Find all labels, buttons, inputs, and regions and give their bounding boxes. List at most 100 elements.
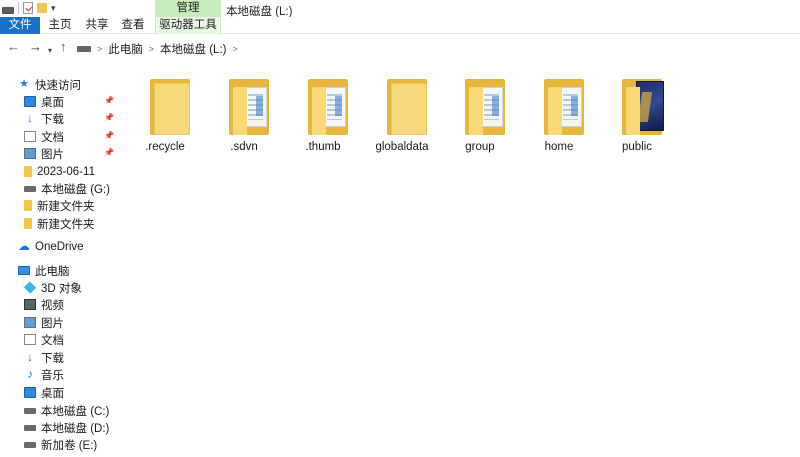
forward-arrow-icon[interactable]: → bbox=[29, 40, 42, 54]
pin-icon: 📌 bbox=[104, 96, 114, 105]
tab-drive-tools[interactable]: 驱动器工具 bbox=[155, 17, 221, 34]
drive-icon bbox=[24, 185, 36, 192]
picture-icon bbox=[24, 317, 36, 328]
sidebar-item-drive-d[interactable]: 本地磁盘 (D:) bbox=[24, 419, 109, 436]
sidebar-item-label: 下载 bbox=[41, 352, 64, 365]
sidebar-item-label: 快速访问 bbox=[35, 79, 81, 92]
sidebar-item-onedrive[interactable]: ☁ OneDrive bbox=[18, 238, 84, 255]
folder-item-thumb[interactable]: .thumb bbox=[284, 75, 362, 157]
sidebar-item-drive-c[interactable]: 本地磁盘 (C:) bbox=[24, 402, 109, 419]
tab-view[interactable]: 查看 bbox=[118, 17, 148, 34]
sidebar-item-label: 新建文件夹 bbox=[37, 218, 95, 231]
folder-icon bbox=[465, 75, 505, 135]
sidebar-item-label: 桌面 bbox=[41, 96, 64, 109]
cloud-icon: ☁ bbox=[18, 239, 30, 253]
sidebar-item-desktop[interactable]: 桌面 📌 bbox=[24, 93, 116, 110]
document-icon bbox=[24, 334, 36, 345]
sidebar-item-label: 图片 bbox=[41, 317, 64, 330]
sidebar-item-label: 文档 bbox=[41, 131, 64, 144]
breadcrumb-drive-l[interactable]: 本地磁盘 (L:) bbox=[160, 41, 226, 57]
breadcrumb-chevron-icon[interactable]: > bbox=[97, 44, 102, 54]
pin-icon: 📌 bbox=[104, 148, 114, 157]
folder-icon bbox=[150, 75, 190, 135]
folder-label: .sdvn bbox=[230, 141, 258, 153]
breadcrumb-chevron-icon[interactable]: > bbox=[149, 44, 154, 54]
sidebar-item-this-pc[interactable]: 此电脑 bbox=[18, 262, 70, 279]
download-icon: ↓ bbox=[27, 111, 33, 125]
sidebar-item-drive-g[interactable]: 本地磁盘 (G:) bbox=[24, 180, 110, 197]
sidebar-item-label: OneDrive bbox=[35, 240, 84, 253]
sidebar-item-downloads[interactable]: ↓ 下载 bbox=[24, 349, 64, 366]
drive-icon bbox=[24, 441, 36, 448]
folder-item-globaldata[interactable]: globaldata bbox=[363, 75, 441, 157]
sidebar-item-label: 本地磁盘 (D:) bbox=[41, 422, 110, 435]
properties-icon[interactable] bbox=[23, 2, 33, 14]
tab-home[interactable]: 主页 bbox=[45, 17, 75, 34]
sidebar-item-label: 视频 bbox=[41, 299, 64, 312]
folder-icon bbox=[622, 75, 664, 135]
drive-icon bbox=[77, 46, 91, 52]
sidebar-item-folder-2023-06-11[interactable]: 2023-06-11 bbox=[24, 163, 95, 180]
folder-label: globaldata bbox=[375, 141, 429, 153]
sidebar-item-documents[interactable]: 文档 bbox=[24, 331, 64, 348]
folder-label: home bbox=[544, 141, 574, 153]
recent-locations-chevron-icon[interactable]: ▾ bbox=[48, 44, 52, 58]
folder-label: .recycle bbox=[145, 141, 185, 153]
sidebar-item-pictures[interactable]: 图片 bbox=[24, 314, 64, 331]
sidebar-item-label: 本地磁盘 (G:) bbox=[41, 183, 110, 196]
back-arrow-icon[interactable]: ← bbox=[7, 40, 20, 54]
folder-item-public[interactable]: public bbox=[598, 75, 676, 157]
new-folder-icon[interactable] bbox=[37, 3, 47, 13]
sidebar-item-new-folder[interactable]: 新建文件夹 bbox=[24, 197, 95, 214]
breadcrumb-chevron-icon[interactable]: > bbox=[232, 44, 237, 54]
navigation-bar: ← → ▾ ↑ > 此电脑 > 本地磁盘 (L:) > bbox=[0, 35, 800, 61]
sidebar-item-music[interactable]: ♪ 音乐 bbox=[24, 366, 64, 383]
customize-toolbar-icon[interactable]: ▾ bbox=[51, 3, 56, 14]
desktop-icon bbox=[24, 96, 36, 107]
sidebar-item-label: 3D 对象 bbox=[41, 282, 82, 295]
folder-item-home[interactable]: home bbox=[520, 75, 598, 157]
tab-share[interactable]: 共享 bbox=[82, 17, 112, 34]
navigation-pane: ★ 快速访问 桌面 📌 ↓ 下载 📌 文档 📌 图片 📌 2023-06-11 … bbox=[0, 72, 116, 457]
sidebar-item-new-folder[interactable]: 新建文件夹 bbox=[24, 215, 95, 232]
sidebar-item-label: 图片 bbox=[41, 148, 64, 161]
sidebar-item-label: 桌面 bbox=[41, 387, 64, 400]
pin-icon: 📌 bbox=[104, 131, 114, 140]
sidebar-item-label: 音乐 bbox=[41, 369, 64, 382]
music-note-icon: ♪ bbox=[27, 367, 33, 381]
star-icon: ★ bbox=[19, 78, 29, 90]
folder-item-group[interactable]: group bbox=[441, 75, 519, 157]
sidebar-item-documents[interactable]: 文档 📌 bbox=[24, 128, 116, 145]
folder-icon bbox=[544, 75, 584, 135]
sidebar-item-videos[interactable]: 视频 bbox=[24, 296, 64, 313]
drive-icon bbox=[2, 6, 14, 14]
sidebar-item-label: 新加卷 (E:) bbox=[41, 439, 98, 452]
tab-file[interactable]: 文件 bbox=[0, 17, 40, 34]
folder-icon bbox=[24, 200, 32, 211]
up-arrow-icon[interactable]: ↑ bbox=[60, 40, 67, 54]
sidebar-item-downloads[interactable]: ↓ 下载 📌 bbox=[24, 110, 116, 127]
quick-access-toolbar: ▾ bbox=[2, 2, 56, 14]
sidebar-item-3d-objects[interactable]: 3D 对象 bbox=[23, 279, 82, 296]
sidebar-item-drive-e[interactable]: 新加卷 (E:) bbox=[24, 436, 97, 453]
sidebar-item-label: 新建文件夹 bbox=[37, 200, 95, 213]
folder-label: .thumb bbox=[305, 141, 341, 153]
folder-icon bbox=[24, 218, 32, 229]
context-tab-group-label: 管理 bbox=[155, 0, 221, 18]
cube-icon bbox=[23, 281, 37, 294]
sidebar-item-pictures[interactable]: 图片 📌 bbox=[24, 145, 116, 162]
file-list: .recycle .sdvn .thumb globaldata group h… bbox=[116, 72, 800, 457]
folder-icon bbox=[24, 166, 32, 177]
sidebar-item-quick-access[interactable]: ★ 快速访问 bbox=[18, 76, 81, 93]
toolbar-divider bbox=[18, 2, 19, 14]
folder-icon bbox=[229, 75, 269, 135]
sidebar-item-label: 本地磁盘 (C:) bbox=[41, 405, 110, 418]
sidebar-item-desktop[interactable]: 桌面 bbox=[24, 384, 64, 401]
video-icon bbox=[24, 299, 36, 310]
breadcrumb-this-pc[interactable]: 此电脑 bbox=[108, 41, 143, 57]
folder-item-sdvn[interactable]: .sdvn bbox=[205, 75, 283, 157]
sidebar-item-label: 文档 bbox=[41, 334, 64, 347]
folder-item-recycle[interactable]: .recycle bbox=[126, 75, 204, 157]
folder-label: public bbox=[621, 141, 653, 153]
sidebar-item-label: 2023-06-11 bbox=[37, 165, 95, 178]
